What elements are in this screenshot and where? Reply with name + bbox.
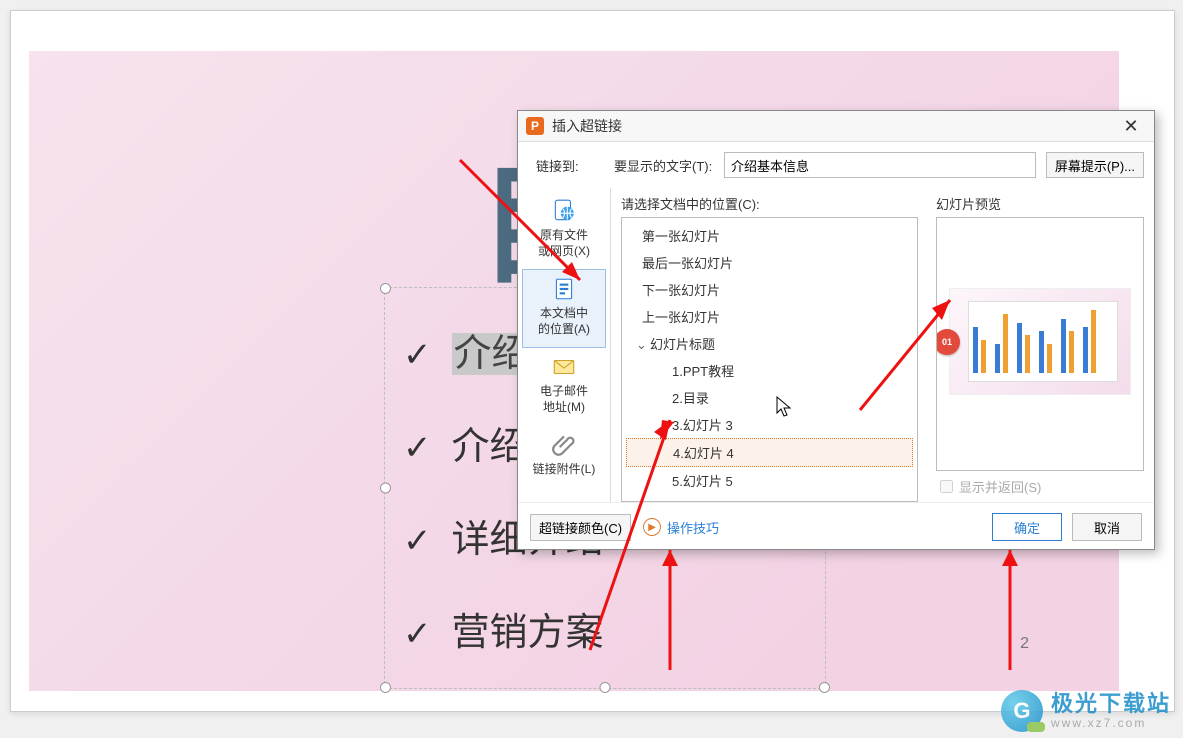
tips-link[interactable]: ▶ 操作技巧 xyxy=(643,518,719,537)
tree-label: 请选择文档中的位置(C): xyxy=(621,188,918,217)
slide-page-number: 2 xyxy=(1020,635,1029,653)
cancel-button[interactable]: 取消 xyxy=(1072,513,1142,541)
preview-badge: 01 xyxy=(936,329,960,355)
dialog-titlebar[interactable]: P 插入超链接 ✕ xyxy=(518,111,1154,142)
link-to-label: 链接到: xyxy=(536,156,604,175)
ok-button[interactable]: 确定 xyxy=(992,513,1062,541)
hyperlink-color-button[interactable]: 超链接颜色(C) xyxy=(530,514,631,541)
resize-handle[interactable] xyxy=(819,682,830,693)
tree-item-next-slide[interactable]: 下一张幻灯片 xyxy=(622,276,917,303)
display-text-label: 要显示的文字(T): xyxy=(614,156,714,175)
document-location-icon xyxy=(551,276,577,302)
watermark-logo-icon: G xyxy=(1001,690,1043,732)
mouse-cursor-icon xyxy=(776,396,792,418)
resize-handle[interactable] xyxy=(600,682,611,693)
watermark-url: www.xz7.com xyxy=(1051,717,1171,730)
tree-item-prev-slide[interactable]: 上一张幻灯片 xyxy=(622,303,917,330)
sidebar-item-attach[interactable]: 链接附件(L) xyxy=(518,426,610,488)
tree-item-slide[interactable]: 1.PPT教程 xyxy=(622,357,917,384)
display-text-input[interactable] xyxy=(724,152,1036,178)
tree-item-slide[interactable]: 2.目录 xyxy=(622,384,917,411)
sidebar-item-existing-file[interactable]: 原有文件 或网页(X) xyxy=(518,192,610,269)
globe-file-icon xyxy=(551,198,577,224)
tree-item-slide-selected[interactable]: 4.幻灯片 4 xyxy=(626,438,913,467)
show-and-return-checkbox[interactable]: 显示并返回(S) xyxy=(936,471,1144,502)
sidebar-item-place-in-document[interactable]: 本文档中 的位置(A) xyxy=(522,269,606,348)
tree-item-slide[interactable]: 5.幻灯片 5 xyxy=(622,467,917,494)
paperclip-icon xyxy=(551,432,577,458)
app-icon: P xyxy=(526,117,544,135)
insert-hyperlink-dialog: P 插入超链接 ✕ 链接到: 要显示的文字(T): 屏幕提示(P)... 原有文… xyxy=(517,110,1155,550)
preview-chart xyxy=(968,301,1118,382)
tree-item-last-slide[interactable]: 最后一张幻灯片 xyxy=(622,249,917,276)
tree-item-slide[interactable]: 6.幻灯片 6 xyxy=(622,494,917,502)
bullet-item[interactable]: 营销方案 xyxy=(403,601,807,656)
site-watermark: G 极光下载站 www.xz7.com xyxy=(1001,690,1171,732)
slide-location-tree[interactable]: 第一张幻灯片 最后一张幻灯片 下一张幻灯片 上一张幻灯片 幻灯片标题 1.PPT… xyxy=(621,217,918,502)
resize-handle[interactable] xyxy=(380,283,391,294)
tree-item-slide[interactable]: 3.幻灯片 3 xyxy=(622,411,917,438)
email-icon xyxy=(551,354,577,380)
play-icon: ▶ xyxy=(643,518,661,536)
watermark-name: 极光下载站 xyxy=(1051,692,1171,716)
show-and-return-input[interactable] xyxy=(940,480,953,493)
sidebar-item-email[interactable]: 电子邮件 地址(M) xyxy=(518,348,610,425)
screen-tip-button[interactable]: 屏幕提示(P)... xyxy=(1046,152,1144,178)
preview-label: 幻灯片预览 xyxy=(936,188,1144,217)
resize-handle[interactable] xyxy=(380,682,391,693)
close-icon[interactable]: ✕ xyxy=(1116,111,1146,141)
slide-preview: 01 xyxy=(936,217,1144,471)
dialog-title: 插入超链接 xyxy=(552,116,1116,136)
tree-item-first-slide[interactable]: 第一张幻灯片 xyxy=(622,222,917,249)
link-type-sidebar: 原有文件 或网页(X) 本文档中 的位置(A) 电子邮件 地址(M) xyxy=(518,188,611,502)
resize-handle[interactable] xyxy=(380,483,391,494)
tree-group-slide-titles[interactable]: 幻灯片标题 xyxy=(622,330,917,357)
